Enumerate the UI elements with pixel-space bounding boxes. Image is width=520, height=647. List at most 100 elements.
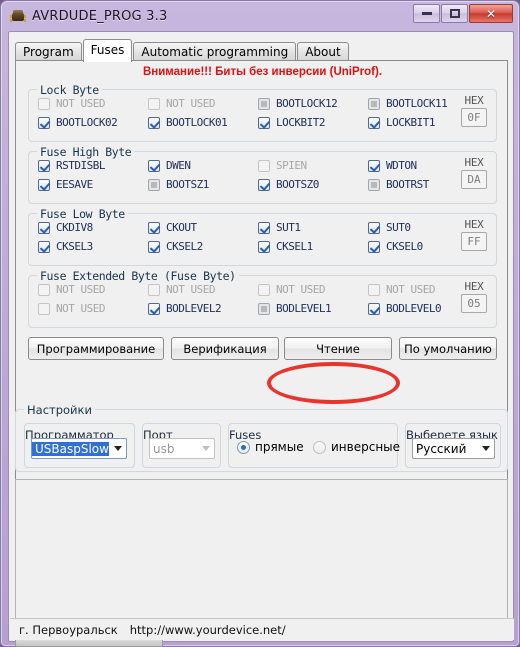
checkbox-wdton[interactable]: WDTON — [368, 159, 417, 172]
close-button[interactable]: ✕ — [469, 4, 513, 23]
language-value: Русский — [416, 441, 467, 456]
verification-button[interactable]: Верификация — [171, 337, 279, 360]
checkbox-bootrst[interactable]: BOOTRST — [368, 178, 429, 191]
checkbox-ext-not-used-4[interactable]: NOT USED — [368, 283, 435, 296]
checkbox-cksel2[interactable]: CKSEL2 — [148, 240, 203, 253]
checkbox-box — [148, 159, 160, 172]
tab-automatic-programming[interactable]: Automatic programming — [133, 42, 297, 61]
checkbox-box — [258, 283, 270, 296]
checkbox-bootsz0[interactable]: BOOTSZ0 — [258, 178, 319, 191]
hex-label: HEX — [464, 94, 484, 107]
hex-fuse-low-byte: HEX FF — [457, 218, 491, 251]
checkbox-box — [38, 159, 50, 172]
hex-value[interactable]: FF — [461, 232, 487, 251]
checkbox-ckdiv8[interactable]: CKDIV8 — [38, 221, 93, 234]
checkbox-label: NOT USED — [56, 302, 105, 315]
tab-fuses[interactable]: Fuses — [82, 39, 133, 62]
checkbox-label: SPIEN — [276, 159, 307, 172]
checkbox-bodlevel0[interactable]: BODLEVEL0 — [368, 302, 442, 315]
checkbox-ext-not-used-2[interactable]: NOT USED — [148, 283, 215, 296]
checkbox-lock-not-used-1[interactable]: NOT USED — [38, 97, 105, 110]
checkbox-label: SUT1 — [276, 221, 301, 234]
checkbox-label: CKDIV8 — [56, 221, 93, 234]
tab-strip: Program Fuses Automatic programming Abou… — [15, 39, 350, 62]
checkbox-label: BODLEVEL2 — [166, 302, 222, 315]
checkbox-box — [258, 116, 270, 129]
checkbox-box — [368, 283, 380, 296]
hex-label: HEX — [464, 156, 484, 169]
checkbox-spien[interactable]: SPIEN — [258, 159, 307, 172]
warning-text: Внимание!!! Биты без инверсии (UniProf). — [142, 66, 383, 78]
checkbox-eesave[interactable]: EESAVE — [38, 178, 93, 191]
radio-label: инверсные — [331, 440, 401, 454]
chevron-down-icon[interactable] — [197, 439, 214, 458]
checkbox-bootlock11[interactable]: BOOTLOCK11 — [368, 97, 448, 110]
checkbox-ext-not-used-1[interactable]: NOT USED — [38, 283, 105, 296]
chip-icon — [10, 9, 26, 25]
checkbox-label: DWEN — [166, 159, 191, 172]
checkbox-box — [38, 283, 50, 296]
radio-fuses-direct[interactable]: прямые — [237, 440, 304, 454]
tab-program[interactable]: Program — [15, 42, 82, 61]
checkbox-box — [258, 97, 270, 110]
group-fuse-low-byte-label: Fuse Low Byte — [37, 207, 128, 221]
checkbox-cksel0[interactable]: CKSEL0 — [368, 240, 423, 253]
port-combobox[interactable]: usb — [149, 438, 215, 459]
window-controls: ✕ — [412, 4, 513, 23]
checkbox-box — [38, 116, 50, 129]
checkbox-bodlevel2[interactable]: BODLEVEL2 — [148, 302, 222, 315]
chevron-down-icon[interactable] — [109, 439, 126, 458]
checkbox-lockbit1[interactable]: LOCKBIT1 — [368, 116, 435, 129]
checkbox-bootlock01[interactable]: BOOTLOCK01 — [148, 116, 228, 129]
checkbox-box — [258, 221, 270, 234]
programmer-combobox[interactable]: USBaspSlow — [31, 438, 127, 459]
checkbox-dwen[interactable]: DWEN — [148, 159, 191, 172]
read-button[interactable]: Чтение — [284, 337, 392, 360]
log-output[interactable] — [15, 479, 508, 629]
tab-about[interactable]: About — [297, 42, 349, 61]
checkbox-sut1[interactable]: SUT1 — [258, 221, 301, 234]
hex-value[interactable]: 05 — [461, 294, 487, 313]
checkbox-lockbit2[interactable]: LOCKBIT2 — [258, 116, 325, 129]
checkbox-bodlevel1[interactable]: BODLEVEL1 — [258, 302, 332, 315]
checkbox-box — [148, 302, 160, 315]
checkbox-box — [38, 97, 50, 110]
checkbox-sut0[interactable]: SUT0 — [368, 221, 411, 234]
checkbox-lock-not-used-2[interactable]: NOT USED — [148, 97, 215, 110]
checkbox-box — [38, 240, 50, 253]
checkbox-box — [148, 178, 160, 191]
programming-button[interactable]: Программирование — [28, 337, 164, 360]
checkbox-bootlock02[interactable]: BOOTLOCK02 — [38, 116, 118, 129]
subgroup-fuses-mode: Fuses прямые инверсные — [228, 423, 400, 468]
checkbox-label: LOCKBIT2 — [276, 116, 325, 129]
hex-value[interactable]: 0F — [461, 108, 487, 127]
minimize-button[interactable] — [413, 4, 440, 23]
checkbox-label: NOT USED — [166, 283, 215, 296]
chevron-down-icon[interactable] — [477, 439, 494, 458]
checkbox-label: BOOTLOCK12 — [276, 97, 338, 110]
checkbox-rstdisbl[interactable]: RSTDISBL — [38, 159, 105, 172]
checkbox-cksel1[interactable]: CKSEL1 — [258, 240, 313, 253]
group-fuse-extended-byte: Fuse Extended Byte (Fuse Byte) NOT USED … — [28, 269, 497, 328]
hex-value[interactable]: DA — [461, 170, 487, 189]
checkbox-box — [148, 116, 160, 129]
checkbox-ext-not-used-5[interactable]: NOT USED — [38, 302, 105, 315]
checkbox-bootlock12[interactable]: BOOTLOCK12 — [258, 97, 338, 110]
language-combobox[interactable]: Русский — [412, 438, 495, 459]
checkbox-ext-not-used-3[interactable]: NOT USED — [258, 283, 325, 296]
checkbox-label: BODLEVEL1 — [276, 302, 332, 315]
maximize-button[interactable] — [441, 4, 468, 23]
checkbox-box — [38, 178, 50, 191]
checkbox-box — [148, 283, 160, 296]
checkbox-cksel3[interactable]: CKSEL3 — [38, 240, 93, 253]
group-settings-label: Настройки — [24, 403, 95, 417]
checkbox-ckout[interactable]: CKOUT — [148, 221, 197, 234]
radio-fuses-inverse[interactable]: инверсные — [313, 440, 400, 454]
checkbox-label: BOOTRST — [386, 178, 429, 191]
checkbox-bootsz1[interactable]: BOOTSZ1 — [148, 178, 209, 191]
title-bar[interactable]: AVRDUDE_PROG 3.3 ✕ — [5, 4, 515, 29]
checkbox-label: CKSEL3 — [56, 240, 93, 253]
checkbox-label: NOT USED — [56, 97, 105, 110]
checkbox-label: BOOTSZ1 — [166, 178, 209, 191]
defaults-button[interactable]: По умолчанию — [399, 337, 497, 360]
